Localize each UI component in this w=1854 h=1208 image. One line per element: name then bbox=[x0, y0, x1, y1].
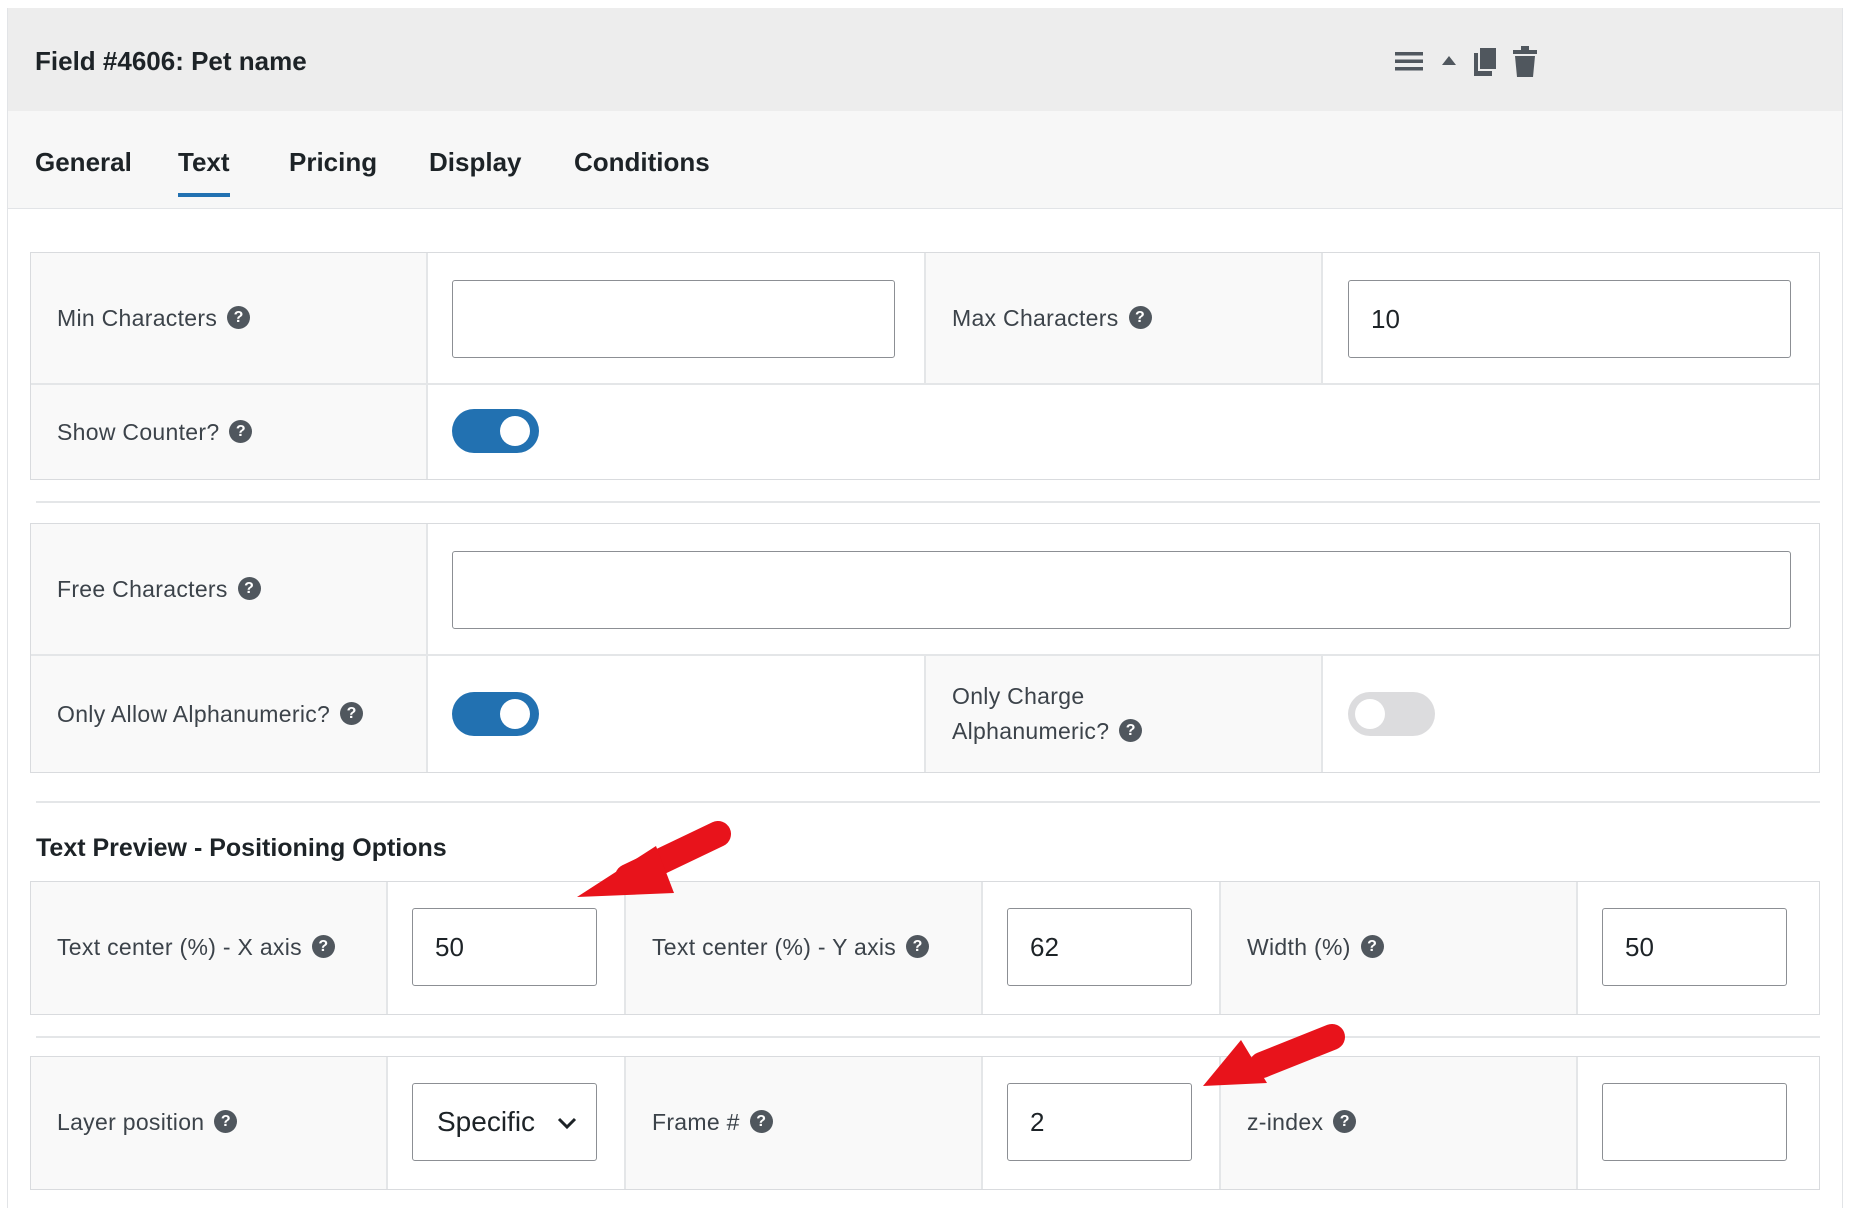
positioning-table: Text center (%) - X axis? Text center (%… bbox=[30, 881, 1820, 1015]
tab-pricing[interactable]: Pricing bbox=[289, 147, 377, 178]
tab-general[interactable]: General bbox=[35, 147, 132, 178]
min-characters-input[interactable] bbox=[452, 280, 895, 358]
menu-icon[interactable] bbox=[1392, 44, 1426, 78]
toggle-knob bbox=[500, 416, 530, 446]
characters-table: Min Characters? Max Characters? Show Cou… bbox=[30, 252, 1820, 480]
positioning-section-title: Text Preview - Positioning Options bbox=[36, 834, 447, 862]
help-icon[interactable]: ? bbox=[1128, 306, 1152, 330]
help-icon[interactable]: ? bbox=[237, 577, 261, 601]
help-icon[interactable]: ? bbox=[906, 935, 930, 959]
frame-input[interactable] bbox=[1007, 1083, 1192, 1161]
field-title: Field #4606: Pet name bbox=[35, 46, 307, 76]
section-divider bbox=[36, 801, 1820, 803]
layer-position-selected: Specific bbox=[437, 1106, 536, 1137]
min-characters-label: Min Characters? bbox=[57, 301, 251, 336]
y-axis-label: Text center (%) - Y axis? bbox=[652, 930, 930, 965]
help-icon[interactable]: ? bbox=[1360, 935, 1384, 959]
toggle-knob bbox=[1355, 699, 1385, 729]
trash-icon[interactable] bbox=[1508, 44, 1542, 78]
help-icon[interactable]: ? bbox=[340, 702, 364, 726]
tab-conditions[interactable]: Conditions bbox=[574, 147, 710, 178]
only-charge-label-line2: Alphanumeric? bbox=[952, 718, 1110, 744]
free-characters-input[interactable] bbox=[452, 551, 1791, 629]
tab-display[interactable]: Display bbox=[429, 147, 522, 178]
toggle-knob bbox=[500, 699, 530, 729]
width-input[interactable] bbox=[1602, 908, 1787, 986]
frame-label: Frame #? bbox=[652, 1105, 773, 1140]
help-icon[interactable]: ? bbox=[749, 1110, 773, 1134]
help-icon[interactable]: ? bbox=[229, 420, 253, 444]
only-charge-label-line2-wrap: Alphanumeric?? bbox=[952, 714, 1143, 749]
section-divider bbox=[36, 1036, 1820, 1038]
max-characters-label: Max Characters? bbox=[952, 301, 1152, 336]
z-index-input[interactable] bbox=[1602, 1083, 1787, 1161]
z-index-label: z-index? bbox=[1247, 1105, 1357, 1140]
alphanumeric-table: Free Characters? Only Allow Alphanumeric… bbox=[30, 523, 1820, 773]
only-allow-alphanumeric-label: Only Allow Alphanumeric?? bbox=[57, 697, 364, 732]
help-icon[interactable]: ? bbox=[227, 306, 251, 330]
show-counter-label: Show Counter?? bbox=[57, 415, 253, 450]
show-counter-toggle[interactable] bbox=[452, 409, 539, 453]
max-characters-input[interactable] bbox=[1348, 280, 1791, 358]
only-charge-label-line1: Only Charge bbox=[952, 683, 1085, 709]
help-icon[interactable]: ? bbox=[214, 1110, 238, 1134]
chevron-down-icon bbox=[557, 1117, 577, 1130]
only-allow-alphanumeric-toggle[interactable] bbox=[452, 692, 539, 736]
help-icon[interactable]: ? bbox=[311, 935, 335, 959]
only-charge-alphanumeric-toggle[interactable] bbox=[1348, 692, 1435, 736]
layer-table: Layer position? Specific Frame #? z-inde… bbox=[30, 1056, 1820, 1190]
layer-position-select[interactable]: Specific bbox=[412, 1083, 597, 1161]
field-tabs: General Text Pricing Display Conditions bbox=[8, 111, 1842, 209]
layer-position-label: Layer position? bbox=[57, 1105, 238, 1140]
x-axis-input[interactable] bbox=[412, 908, 597, 986]
only-charge-alphanumeric-label: Only Charge Alphanumeric?? bbox=[952, 679, 1143, 749]
field-header: Field #4606: Pet name bbox=[8, 8, 1842, 111]
field-panel: Field #4606: Pet name General Text Prici… bbox=[7, 8, 1843, 1208]
width-label: Width (%)? bbox=[1247, 930, 1384, 965]
help-icon[interactable]: ? bbox=[1333, 1110, 1357, 1134]
free-characters-label: Free Characters? bbox=[57, 572, 261, 607]
y-axis-input[interactable] bbox=[1007, 908, 1192, 986]
collapse-up-icon[interactable] bbox=[1432, 44, 1466, 78]
help-icon[interactable]: ? bbox=[1119, 719, 1143, 743]
tab-text[interactable]: Text bbox=[178, 147, 230, 197]
section-divider bbox=[36, 501, 1820, 503]
duplicate-icon[interactable] bbox=[1468, 44, 1502, 78]
x-axis-label: Text center (%) - X axis? bbox=[57, 930, 335, 965]
